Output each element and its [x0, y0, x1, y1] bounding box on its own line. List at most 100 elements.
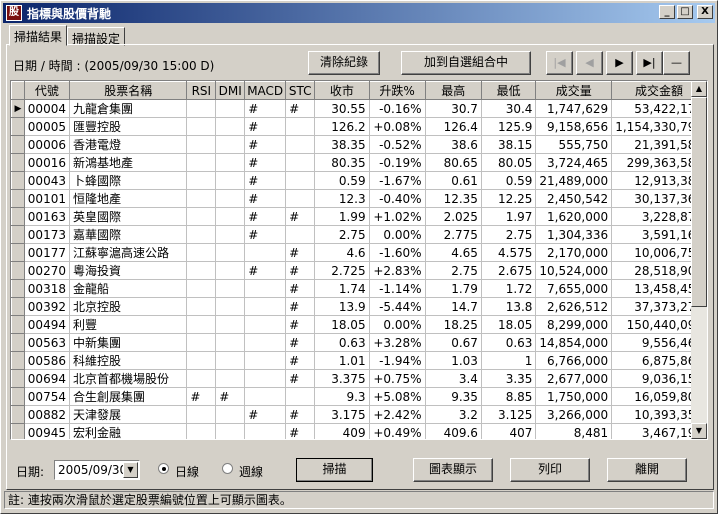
table-cell: 30.4 — [481, 99, 537, 118]
table-cell: # — [285, 279, 316, 298]
vertical-scrollbar[interactable]: ▲ ▼ — [691, 81, 707, 439]
scroll-down-icon[interactable]: ▼ — [691, 423, 707, 439]
table-cell: 1.97 — [481, 207, 537, 226]
column-header[interactable]: 最低 — [480, 81, 537, 100]
column-header[interactable]: STC — [285, 81, 316, 100]
scroll-up-icon[interactable]: ▲ — [691, 81, 707, 97]
close-button[interactable]: X — [697, 5, 713, 19]
row-indicator[interactable] — [11, 189, 25, 208]
daily-radio[interactable] — [158, 463, 169, 474]
table-row[interactable]: 00173 嘉華國際 #2.75 0.00% 2.775 2.75 1,304,336 3,5… — [11, 225, 707, 244]
table-row[interactable]: 00392 北京控股 #13.9 -5.44% 14.7 13.8 2,626,512 37,… — [11, 297, 707, 316]
table-cell: 14,854,000 — [535, 333, 613, 352]
table-row[interactable]: 00754 合生創展集團 # #9.3 +5.08% 9.35 8.85 1,750,000 1… — [11, 387, 707, 406]
table-row[interactable]: 00016 新鴻基地產 #80.35 -0.19% 80.65 80.05 3,724,46… — [11, 153, 707, 172]
row-indicator[interactable] — [11, 297, 25, 316]
scan-button[interactable]: 掃描 — [296, 458, 373, 482]
next-page-button[interactable]: ▶ — [606, 51, 633, 75]
last-page-button[interactable]: ▶| — [636, 51, 663, 75]
prev-page-button[interactable]: ◀ — [576, 51, 603, 75]
table-row[interactable]: 00694 北京首都機場股份 #3.375 +0.75% 3.4 3.35 2,677,00… — [11, 369, 707, 388]
row-indicator[interactable] — [11, 261, 25, 280]
minimize-button[interactable]: _ — [659, 5, 675, 19]
table-cell: 21,489,000 — [535, 171, 613, 190]
row-indicator[interactable] — [11, 225, 25, 244]
clear-records-button[interactable]: 清除紀錄 — [308, 51, 380, 75]
table-cell: # — [244, 261, 287, 280]
table-cell: 3.175 — [314, 405, 370, 424]
table-cell — [244, 351, 287, 370]
column-header[interactable]: 最高 — [424, 81, 482, 100]
chevron-down-icon[interactable]: ▼ — [123, 462, 138, 478]
table-row[interactable]: 00177 江蘇寧滬高速公路 #4.6 -1.60% 4.65 4.575 2,170,00… — [11, 243, 707, 262]
column-header[interactable]: DMI — [215, 81, 246, 100]
tab-scan-results[interactable]: 掃描結果 — [9, 25, 68, 46]
title-bar[interactable]: 股 指標與股價背馳 _ □ X — [3, 3, 715, 23]
table-cell: 0.67 — [425, 333, 482, 352]
table-row[interactable]: 00494 利豐 #18.05 0.00% 18.25 18.05 8,299,000 150… — [11, 315, 707, 334]
weekly-radio[interactable] — [222, 463, 233, 474]
row-indicator[interactable] — [11, 369, 25, 388]
table-row[interactable]: 00043 卜蜂國際 #0.59 -1.67% 0.61 0.59 21,489,000 12… — [11, 171, 707, 190]
column-header[interactable]: 升跌% — [368, 81, 426, 100]
row-indicator[interactable] — [11, 333, 25, 352]
column-header[interactable]: RSI — [186, 81, 217, 100]
table-row[interactable]: 00318 金龍船 #1.74 -1.14% 1.79 1.72 7,655,000 13,4… — [11, 279, 707, 298]
row-indicator[interactable] — [11, 207, 25, 226]
row-indicator[interactable] — [11, 405, 25, 424]
table-cell: # — [285, 369, 316, 388]
row-indicator[interactable] — [11, 117, 25, 136]
table-row[interactable]: 00945 宏利金融 #409 +0.49% 409.6 407 8,481 3,467,19… — [11, 423, 707, 439]
table-row[interactable]: 00101 恒隆地產 #12.3 -0.40% 12.35 12.25 2,450,542 3… — [11, 189, 707, 208]
table-cell: 天津發展 — [69, 405, 188, 424]
table-row[interactable]: 00882 天津發展 # #3.175 +2.42% 3.2 3.125 3,266,000 1… — [11, 405, 707, 424]
table-cell: 0.63 — [481, 333, 537, 352]
row-indicator[interactable] — [11, 153, 25, 172]
table-cell: 2,626,512 — [535, 297, 613, 316]
results-grid[interactable]: 代號 股票名稱 RSI DMI MACD STC 收市 升跌% 最高 最低 成交量 成交金額 ▶ 000… — [10, 80, 708, 440]
table-cell: 30.55 — [314, 99, 370, 118]
row-indicator[interactable] — [11, 279, 25, 298]
print-button[interactable]: 列印 — [510, 458, 590, 482]
table-cell: 1,620,000 — [535, 207, 613, 226]
column-header[interactable]: 代號 — [23, 81, 70, 100]
table-row[interactable]: 00563 中新集團 #0.63 +3.28% 0.67 0.63 14,854,000 9,… — [11, 333, 707, 352]
column-header[interactable]: 股票名稱 — [68, 81, 188, 100]
row-indicator[interactable]: ▶ — [11, 99, 25, 118]
table-cell: 00163 — [24, 207, 70, 226]
table-cell — [244, 423, 287, 439]
column-header[interactable]: 成交量 — [535, 81, 613, 100]
table-row[interactable]: 00270 粵海投資 # #2.725 +2.83% 2.75 2.675 10,524,00… — [11, 261, 707, 280]
collapse-button[interactable]: — — [663, 51, 690, 75]
table-row[interactable]: 00006 香港電燈 #38.35 -0.52% 38.6 38.15 555,750 21,… — [11, 135, 707, 154]
add-to-watchlist-button[interactable]: 加到自選組合中 — [401, 51, 531, 75]
table-row[interactable]: 00586 科維控股 #1.01 -1.94% 1.03 1 6,766,000 6,875,… — [11, 351, 707, 370]
row-indicator[interactable] — [11, 135, 25, 154]
table-cell: 80.05 — [481, 153, 537, 172]
exit-button[interactable]: 離開 — [607, 458, 687, 482]
scroll-thumb[interactable] — [691, 97, 707, 307]
table-cell: 粵海投資 — [69, 261, 188, 280]
date-value: 2005/09/30 — [58, 463, 128, 477]
row-indicator[interactable] — [11, 423, 25, 439]
first-page-button[interactable]: |◀ — [546, 51, 573, 75]
table-cell — [215, 171, 246, 190]
row-indicator[interactable] — [11, 171, 25, 190]
column-header[interactable]: MACD — [244, 81, 287, 100]
date-picker[interactable]: 2005/09/30 ▼ — [54, 460, 140, 480]
table-row[interactable]: 00005 匯豐控股 #126.2 +0.08% 126.4 125.9 9,158,656… — [11, 117, 707, 136]
maximize-button[interactable]: □ — [677, 5, 693, 19]
row-indicator[interactable] — [11, 315, 25, 334]
chart-display-button[interactable]: 圖表顯示 — [413, 458, 493, 482]
column-header[interactable]: 收市 — [314, 81, 370, 100]
row-indicator[interactable] — [11, 387, 25, 406]
table-row[interactable]: 00163 英皇國際 # #1.99 +1.02% 2.025 1.97 1,620,000 3… — [11, 207, 707, 226]
row-indicator[interactable] — [11, 351, 25, 370]
table-cell — [285, 117, 316, 136]
row-indicator[interactable] — [11, 243, 25, 262]
table-cell: 九龍倉集團 — [69, 99, 188, 118]
table-cell: # — [285, 207, 316, 226]
table-cell — [215, 99, 246, 118]
table-cell — [215, 189, 246, 208]
table-row[interactable]: ▶ 00004 九龍倉集團 # #30.55 -0.16% 30.7 30.4 1,747,62… — [11, 99, 707, 118]
